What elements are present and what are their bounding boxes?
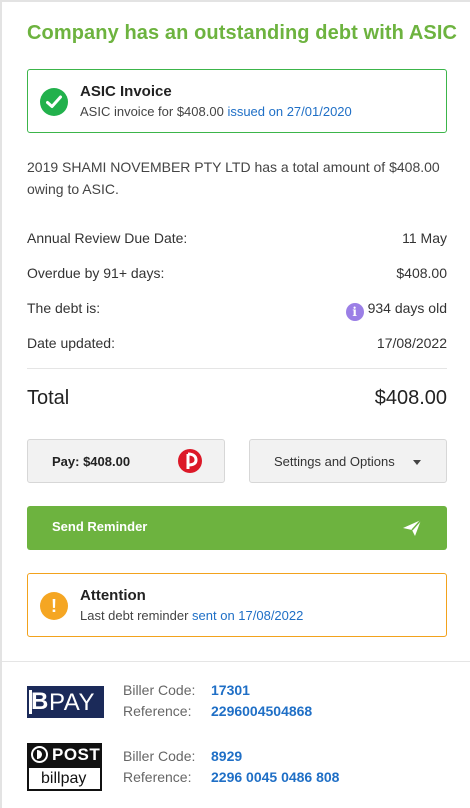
attention-description: Last debt reminder sent on 17/08/2022 (80, 608, 303, 623)
detail-value: 934 days old (367, 300, 447, 316)
invoice-text: ASIC invoice for $408.00 (80, 104, 224, 119)
post-biller-code: Biller Code: 8929 (123, 748, 242, 764)
attention-text: Last debt reminder (80, 608, 189, 623)
invoice-heading: ASIC Invoice (80, 83, 172, 100)
bpay-reference: Reference: 2296004504868 (123, 703, 312, 719)
settings-options-button[interactable]: Settings and Options (249, 439, 447, 483)
bpay-logo-text: PAY (49, 689, 95, 716)
post-billpay-logo: POST billpay (27, 743, 102, 791)
bpay-logo-b: B (31, 688, 49, 715)
reference-label: Reference: (123, 703, 192, 719)
detail-value-wrap: i 934 days old (345, 300, 447, 321)
total-row: Total $408.00 (27, 387, 447, 415)
biller-code-value[interactable]: 8929 (211, 748, 242, 764)
detail-row-date-updated: Date updated: 17/08/2022 (27, 335, 447, 357)
page-title: Company has an outstanding debt with ASI… (27, 22, 458, 44)
detail-label: Annual Review Due Date: (27, 230, 188, 246)
billpay-logo-bottom: billpay (27, 766, 102, 791)
caret-down-icon (413, 460, 421, 465)
divider (27, 368, 447, 369)
post-circle-icon (31, 746, 48, 763)
biller-code-value[interactable]: 17301 (211, 682, 250, 698)
pay-button[interactable]: Pay: $408.00 (27, 439, 225, 483)
invoice-description: ASIC invoice for $408.00 issued on 27/01… (80, 104, 352, 119)
send-reminder-button[interactable]: Send Reminder (27, 506, 447, 550)
post-logo-top: POST (27, 743, 102, 766)
billpay-logo-word: billpay (41, 770, 87, 787)
detail-value: 17/08/2022 (376, 335, 447, 351)
info-icon[interactable]: i (345, 303, 364, 321)
detail-label: Date updated: (27, 335, 115, 351)
paper-plane-icon (403, 519, 422, 536)
detail-row-review-date: Annual Review Due Date: 11 May (27, 230, 447, 252)
bpay-biller-code: Biller Code: 17301 (123, 682, 250, 698)
send-reminder-label: Send Reminder (52, 519, 148, 534)
settings-button-label: Settings and Options (274, 454, 395, 469)
australia-post-icon (178, 449, 202, 473)
post-logo-word: POST (52, 745, 101, 764)
pay-button-label: Pay: $408.00 (52, 454, 131, 469)
biller-code-label: Biller Code: (123, 682, 196, 698)
reference-value[interactable]: 2296 0045 0486 808 (211, 769, 339, 785)
attention-notice: ! Attention Last debt reminder sent on 1… (27, 573, 447, 637)
detail-row-overdue: Overdue by 91+ days: $408.00 (27, 265, 447, 287)
detail-value: 11 May (402, 230, 447, 246)
detail-value: $408.00 (396, 265, 447, 281)
invoice-issued-link[interactable]: issued on 27/01/2020 (227, 104, 351, 119)
biller-code-label: Biller Code: (123, 748, 196, 764)
check-circle-icon (40, 88, 68, 116)
debt-summary: 2019 SHAMI NOVEMBER PTY LTD has a total … (27, 159, 440, 197)
attention-heading: Attention (80, 587, 146, 604)
detail-label: Overdue by 91+ days: (27, 265, 165, 281)
reference-value[interactable]: 2296004504868 (211, 703, 312, 719)
reminder-sent-link[interactable]: sent on 17/08/2022 (192, 608, 303, 623)
invoice-notice: ASIC Invoice ASIC invoice for $408.00 is… (27, 69, 447, 133)
debt-panel: Company has an outstanding debt with ASI… (0, 0, 470, 808)
bpay-logo: B PAY (27, 686, 104, 718)
divider (2, 661, 470, 662)
detail-label: The debt is: (27, 300, 101, 316)
warning-icon: ! (40, 592, 68, 620)
total-value: $408.00 (374, 387, 447, 409)
post-reference: Reference: 2296 0045 0486 808 (123, 769, 339, 785)
total-label: Total (27, 387, 70, 409)
reference-label: Reference: (123, 769, 192, 785)
detail-row-debt-age: The debt is: i 934 days old (27, 300, 447, 322)
